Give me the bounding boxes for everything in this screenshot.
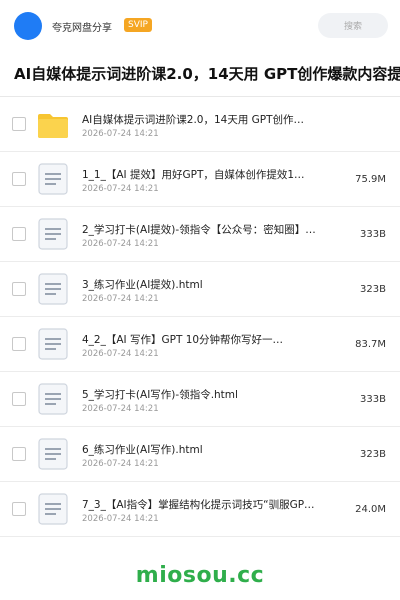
file-row[interactable]: 6_练习作业(AI写作).html 2026-07-24 14:21 323B: [0, 427, 400, 482]
username: 夸克网盘分享: [52, 23, 112, 34]
document-icon: [38, 273, 68, 305]
file-list: AI自媒体提示词进阶课2.0，14天用 GPT创作… 2026-07-24 14:…: [0, 97, 400, 537]
file-row[interactable]: 4_2_【AI 写作】GPT 10分钟帮你写好一… 2026-07-24 14:2…: [0, 317, 400, 372]
file-date: 2026-07-24 14:21: [82, 459, 159, 469]
document-icon: [38, 163, 68, 195]
file-date: 2026-07-24 14:21: [82, 514, 159, 524]
search-input[interactable]: 搜索: [318, 13, 388, 38]
page-title: AI自媒体提示词进阶课2.0，14天用 GPT创作爆款内容提效: [14, 65, 400, 83]
document-icon: [38, 328, 68, 360]
folder-icon: [38, 108, 68, 140]
row-checkbox[interactable]: [12, 227, 26, 241]
row-checkbox[interactable]: [12, 172, 26, 186]
file-name: 5_学习打卡(AI写作)-领指令.html: [82, 389, 238, 401]
row-checkbox[interactable]: [12, 447, 26, 461]
file-size: 333B: [360, 394, 386, 405]
file-size: 323B: [360, 284, 386, 295]
avatar[interactable]: [14, 12, 42, 40]
row-checkbox[interactable]: [12, 282, 26, 296]
file-date: 2026-07-24 14:21: [82, 294, 159, 304]
row-checkbox[interactable]: [12, 392, 26, 406]
row-checkbox[interactable]: [12, 117, 26, 131]
svip-badge: SVIP: [124, 18, 152, 32]
row-checkbox[interactable]: [12, 502, 26, 516]
file-date: 2026-07-24 14:21: [82, 129, 159, 139]
file-row[interactable]: 5_学习打卡(AI写作)-领指令.html 2026-07-24 14:21 333…: [0, 372, 400, 427]
file-row[interactable]: AI自媒体提示词进阶课2.0，14天用 GPT创作… 2026-07-24 14:…: [0, 97, 400, 152]
document-icon: [38, 493, 68, 525]
file-row[interactable]: 1_1_【AI 提效】用好GPT，自媒体创作提效1… 2026-07-24 14:…: [0, 152, 400, 207]
file-date: 2026-07-24 14:21: [82, 349, 159, 359]
file-date: 2026-07-24 14:21: [82, 184, 159, 194]
file-size: 333B: [360, 229, 386, 240]
file-name: 3_练习作业(AI提效).html: [82, 279, 203, 291]
file-name: AI自媒体提示词进阶课2.0，14天用 GPT创作…: [82, 114, 305, 126]
file-name: 2_学习打卡(AI提效)-领指令【公众号：密知圈】…: [82, 224, 316, 236]
file-size: 24.0M: [355, 504, 386, 515]
file-size: 75.9M: [355, 174, 386, 185]
file-row[interactable]: 3_练习作业(AI提效).html 2026-07-24 14:21 323B: [0, 262, 400, 317]
document-icon: [38, 218, 68, 250]
file-row[interactable]: 7_3_【AI指令】掌握结构化提示词技巧“驯服GP… 2026-07-24 14:…: [0, 482, 400, 537]
file-date: 2026-07-24 14:21: [82, 239, 159, 249]
document-icon: [38, 438, 68, 470]
file-name: 7_3_【AI指令】掌握结构化提示词技巧“驯服GP…: [82, 499, 315, 511]
file-name: 4_2_【AI 写作】GPT 10分钟帮你写好一…: [82, 334, 284, 346]
watermark: miosou.cc: [135, 563, 265, 588]
row-checkbox[interactable]: [12, 337, 26, 351]
file-size: 323B: [360, 449, 386, 460]
file-date: 2026-07-24 14:21: [82, 404, 159, 414]
file-name: 6_练习作业(AI写作).html: [82, 444, 203, 456]
document-icon: [38, 383, 68, 415]
file-row[interactable]: 2_学习打卡(AI提效)-领指令【公众号：密知圈】… 2026-07-24 14:…: [0, 207, 400, 262]
file-size: 83.7M: [355, 339, 386, 350]
header: 夸克网盘分享 SVIP 搜索: [0, 0, 400, 52]
file-name: 1_1_【AI 提效】用好GPT，自媒体创作提效1…: [82, 169, 305, 181]
